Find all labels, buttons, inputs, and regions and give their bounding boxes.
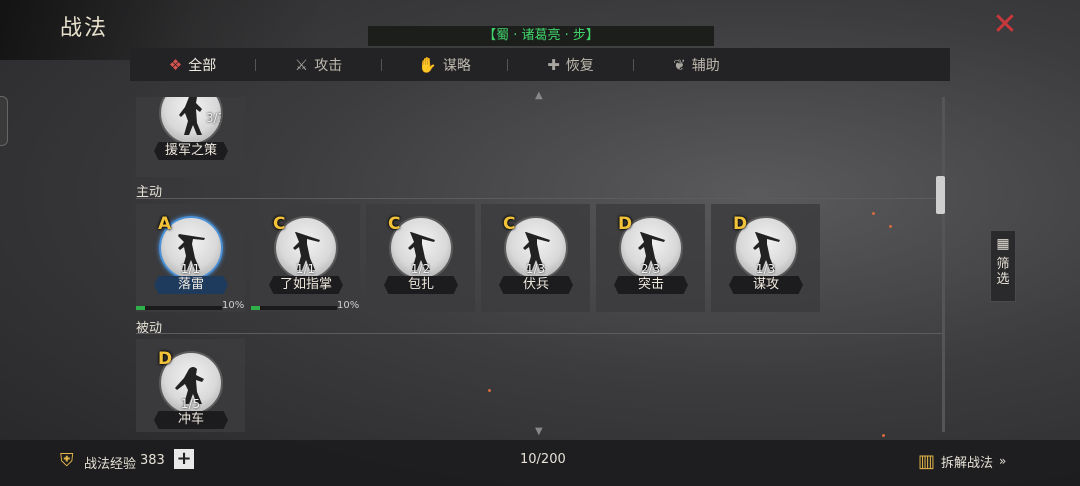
close-button[interactable]: ✕	[990, 10, 1020, 40]
category-tabs: ❖ 全部 ⚔ 攻击 ✋ 谋略 ✚ 恢复 ❦ 辅助	[130, 48, 950, 81]
disassemble-label: 拆解战法	[941, 455, 994, 471]
grade-badge: D	[733, 214, 748, 234]
skill-card[interactable]: D 2/3 突击	[596, 204, 705, 312]
tab-all[interactable]: ❖ 全部	[130, 48, 255, 81]
skill-count: 1/2	[410, 262, 431, 276]
skill-name: 伏兵	[499, 276, 573, 294]
crossed-swords-icon: ⚔	[294, 55, 309, 74]
skill-card[interactable]: C 1/3 伏兵	[481, 204, 590, 312]
footer-bar: ⛨ 战法经验 383 + 10/200 ▥ 拆解战法 »	[0, 440, 1080, 486]
skill-medal: 3/3	[159, 97, 223, 145]
grade-badge: D	[158, 349, 173, 369]
skill-name: 落雷	[154, 276, 228, 294]
tab-label: 恢复	[565, 57, 594, 74]
progress-fill	[136, 306, 145, 310]
skill-count: 1/3	[525, 262, 546, 276]
scroll-bundle-icon: ▥	[918, 450, 936, 472]
skill-count: 1/1	[180, 262, 201, 276]
double-chevron-right-icon: »	[999, 454, 1007, 468]
exp-value: 383	[140, 453, 165, 468]
divider	[136, 333, 944, 334]
skill-card[interactable]: A 1/1 落雷 10%	[136, 204, 245, 312]
skill-name: 谋攻	[729, 276, 803, 294]
filter-button[interactable]: ▦ 筛选	[990, 230, 1016, 302]
progress-label: 10%	[222, 300, 245, 311]
skill-card[interactable]: 3/3 援军之策	[136, 97, 245, 177]
skill-name: 冲车	[154, 411, 228, 429]
grade-badge: C	[388, 214, 401, 234]
tab-label: 谋略	[442, 57, 471, 74]
skill-name: 援军之策	[154, 142, 228, 160]
tab-label: 全部	[188, 57, 217, 74]
filter-grid-icon: ▦	[996, 236, 1010, 252]
tab-label: 辅助	[691, 57, 720, 74]
side-handle[interactable]	[0, 96, 8, 146]
skill-count: 2/3	[640, 262, 661, 276]
skill-name: 了如指掌	[269, 276, 343, 294]
skill-capacity: 10/200	[520, 452, 566, 467]
tab-attack[interactable]: ⚔ 攻击	[256, 48, 381, 81]
page-title: 战法	[60, 16, 109, 41]
ember-particle	[488, 389, 491, 392]
skill-list: 3/3 援军之策 主动 A 1/1 落雷 10% C 1/1 了如指掌 10% …	[130, 97, 945, 432]
tab-support[interactable]: ❦ 辅助	[634, 48, 759, 81]
scrollbar-thumb[interactable]	[936, 176, 945, 214]
skill-card[interactable]: C 1/2 包扎	[366, 204, 475, 312]
scrollbar-track[interactable]	[942, 97, 945, 432]
divider	[136, 198, 944, 199]
filter-label: 筛选	[996, 257, 1010, 287]
grade-badge: C	[503, 214, 516, 234]
skill-card[interactable]: D 1/5 冲车	[136, 339, 245, 432]
all-icon: ❖	[168, 55, 183, 74]
skill-name: 突击	[614, 276, 688, 294]
scroll-down-indicator: ▼	[535, 426, 543, 437]
tab-label: 攻击	[314, 57, 343, 74]
bag-icon: ❦	[673, 55, 686, 74]
skill-card[interactable]: D 1/3 谋攻	[711, 204, 820, 312]
progress-bar	[251, 306, 337, 310]
hero-subtitle: 【蜀 · 诸葛亮 · 步】	[368, 26, 714, 46]
grade-badge: A	[158, 214, 172, 234]
disassemble-button[interactable]: ▥ 拆解战法 »	[918, 448, 1006, 474]
progress-fill	[251, 306, 260, 310]
ember-particle	[882, 434, 885, 437]
skill-count: 1/1	[295, 262, 316, 276]
recover-icon: ✚	[547, 55, 560, 74]
tab-strategy[interactable]: ✋ 谋略	[382, 48, 507, 81]
tab-recover[interactable]: ✚ 恢复	[508, 48, 633, 81]
progress-bar	[136, 306, 222, 310]
skill-card[interactable]: C 1/1 了如指掌 10%	[251, 204, 360, 312]
close-icon: ✕	[992, 7, 1018, 42]
progress-label: 10%	[337, 300, 360, 311]
skill-count: 1/3	[755, 262, 776, 276]
skill-name: 包扎	[384, 276, 458, 294]
shield-fist-icon: ⛨	[60, 450, 74, 471]
grade-badge: C	[273, 214, 286, 234]
hand-icon: ✋	[418, 55, 437, 74]
skill-count: 3/3	[205, 111, 221, 125]
grade-badge: D	[618, 214, 633, 234]
exp-label: 战法经验	[84, 457, 137, 472]
skill-count: 1/5	[180, 397, 201, 411]
add-exp-button[interactable]: +	[174, 449, 194, 469]
ember-particle	[889, 225, 892, 228]
ember-particle	[872, 212, 875, 215]
